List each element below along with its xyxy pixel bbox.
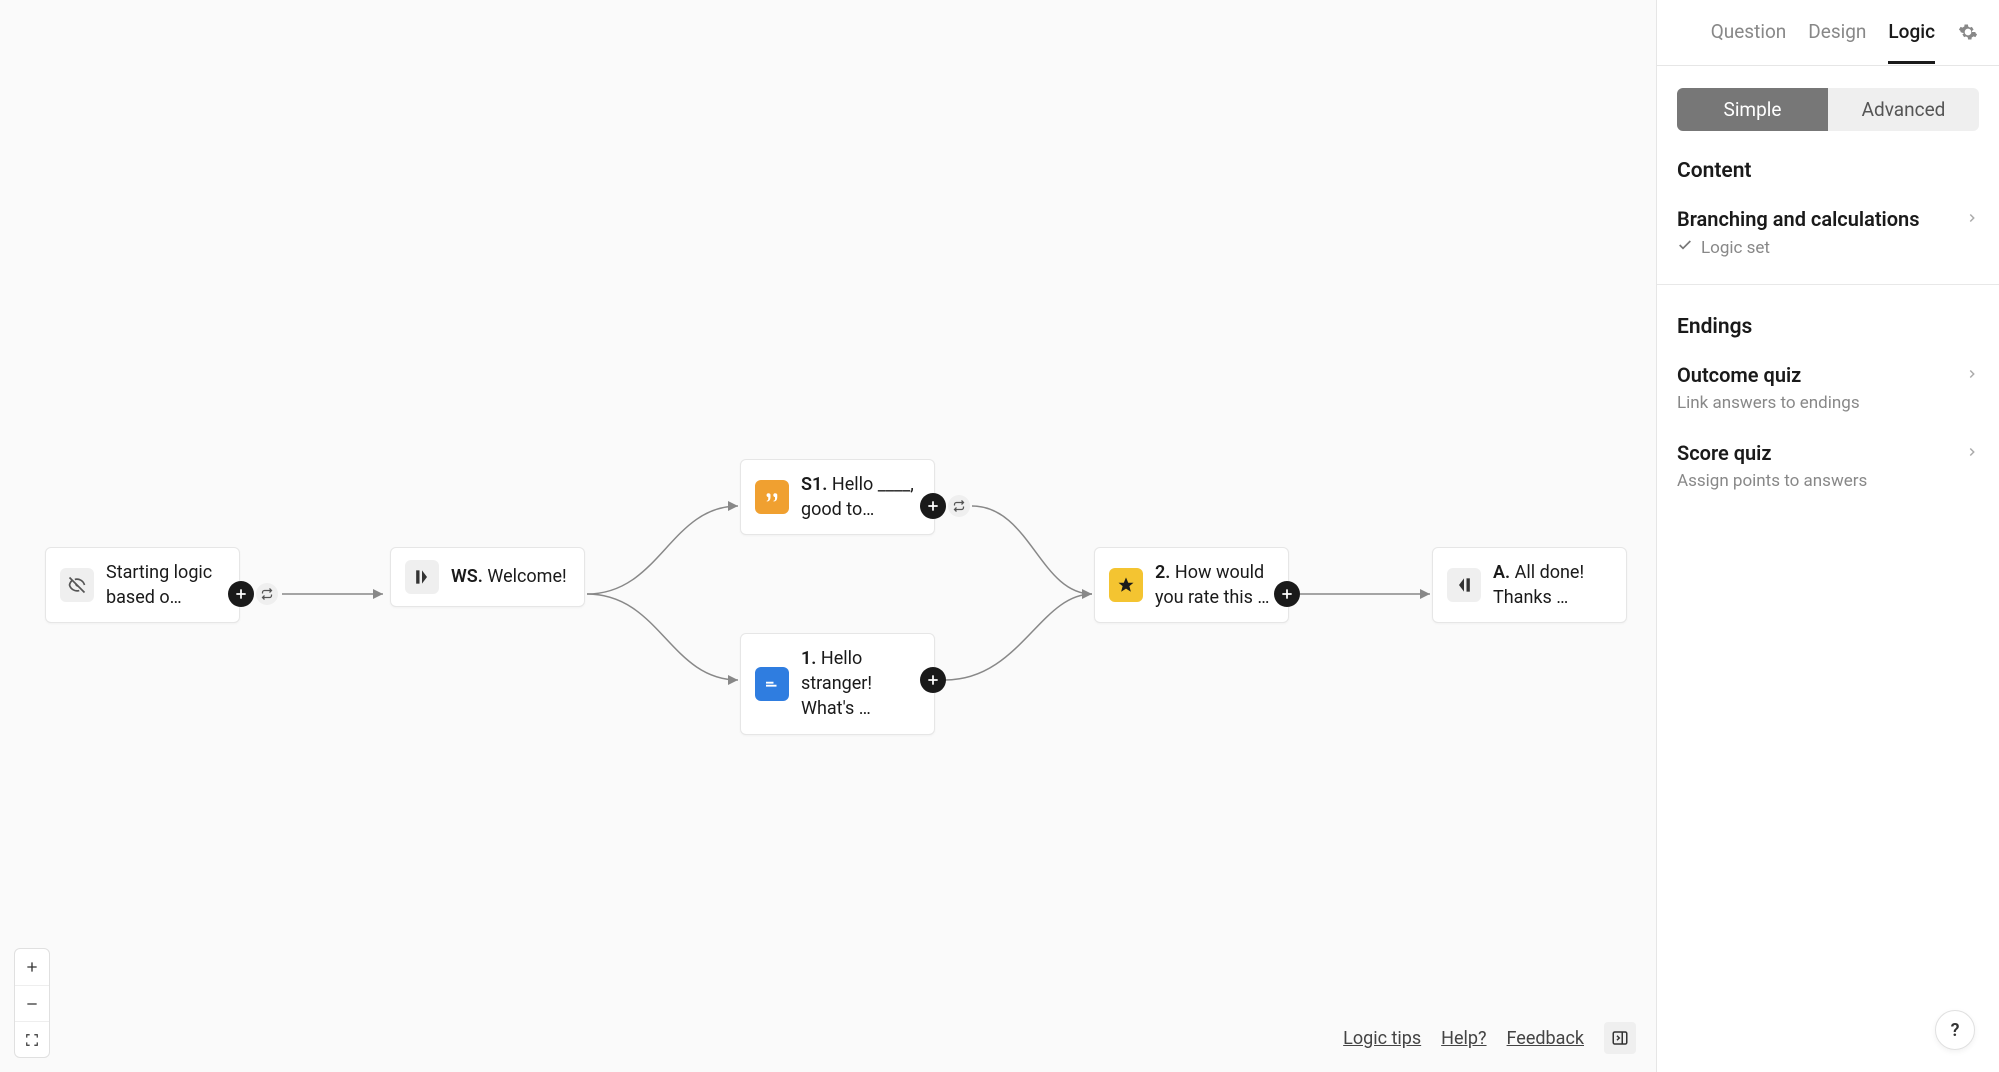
node-ws[interactable]: WS. Welcome! [390,547,585,607]
feedback-link[interactable]: Feedback [1507,1028,1584,1049]
add-after-s1[interactable] [920,493,946,519]
end-screen-icon [1447,568,1481,602]
swap-after-s1[interactable] [948,495,970,517]
zoom-in-button[interactable] [15,949,49,985]
node-ws-text: WS. Welcome! [451,564,567,589]
help-link[interactable]: Help? [1441,1028,1486,1049]
chevron-right-icon [1965,444,1979,463]
node-start-text: Starting logic based o… [106,560,225,610]
bottom-links: Logic tips Help? Feedback [1343,1022,1636,1054]
zoom-controls [14,948,50,1058]
gear-icon[interactable] [1957,21,1979,43]
node-s1[interactable]: S1. Hello ____, good to… [740,459,935,535]
tab-question[interactable]: Question [1711,20,1787,63]
tab-design[interactable]: Design [1808,20,1866,63]
connectors-layer [0,0,1656,1072]
item-branching-status: Logic set [1701,238,1770,258]
tab-logic[interactable]: Logic [1888,20,1935,63]
item-outcome-sub: Link answers to endings [1677,393,1979,413]
statement-icon [755,480,789,514]
zoom-out-button[interactable] [15,985,49,1021]
item-outcome-label: Outcome quiz [1677,363,1801,387]
add-after-start[interactable] [228,581,254,607]
node-a[interactable]: A. All done! Thanks … [1432,547,1627,623]
fit-view-button[interactable] [15,1021,49,1057]
item-score-quiz[interactable]: Score quiz Assign points to answers [1657,431,1999,509]
tabs-row: Question Design Logic [1657,0,1999,66]
section-content-title: Content [1657,131,1999,197]
node-q2-text: 2. How would you rate this … [1155,560,1274,610]
add-after-q1[interactable] [920,667,946,693]
logic-canvas[interactable]: Starting logic based o… WS. Welcome! S1.… [0,0,1656,1072]
logic-tips-link[interactable]: Logic tips [1343,1028,1421,1049]
chevron-right-icon [1965,210,1979,229]
right-sidebar: Question Design Logic Simple Advanced Co… [1656,0,1999,1072]
add-after-q2[interactable] [1274,581,1300,607]
node-start[interactable]: Starting logic based o… [45,547,240,623]
collapse-panel-button[interactable] [1604,1022,1636,1054]
rating-icon [1109,568,1143,602]
segment-simple[interactable]: Simple [1677,88,1828,131]
node-q1-text: 1. Hello stranger! What's … [801,646,920,722]
hidden-icon [60,568,94,602]
welcome-screen-icon [405,560,439,594]
node-a-text: A. All done! Thanks … [1493,560,1612,610]
item-branching-label: Branching and calculations [1677,207,1920,231]
short-text-icon [755,667,789,701]
item-branching[interactable]: Branching and calculations Logic set [1657,197,1999,276]
help-fab[interactable]: ? [1935,1010,1975,1050]
item-score-sub: Assign points to answers [1677,471,1979,491]
section-endings-title: Endings [1657,287,1999,353]
node-q1[interactable]: 1. Hello stranger! What's … [740,633,935,735]
divider [1657,284,1999,285]
node-s1-text: S1. Hello ____, good to… [801,472,920,522]
item-score-label: Score quiz [1677,441,1771,465]
swap-after-start[interactable] [256,583,278,605]
logic-mode-toggle: Simple Advanced [1677,88,1979,131]
item-outcome-quiz[interactable]: Outcome quiz Link answers to endings [1657,353,1999,431]
check-icon [1677,237,1693,258]
segment-advanced[interactable]: Advanced [1828,88,1979,131]
node-q2[interactable]: 2. How would you rate this … [1094,547,1289,623]
chevron-right-icon [1965,366,1979,385]
